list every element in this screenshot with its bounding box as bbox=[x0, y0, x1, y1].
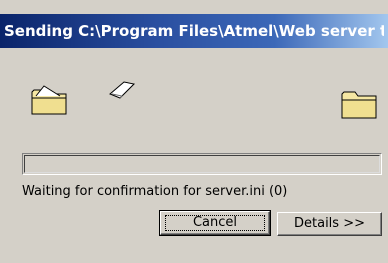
details-button-label: Details >> bbox=[294, 216, 365, 231]
source-folder-icon bbox=[31, 85, 67, 115]
cancel-button-label: Cancel bbox=[192, 215, 238, 230]
flying-paper-icon bbox=[109, 81, 136, 99]
title-bar[interactable]: Sending C:\Program Files\Atmel\Web serve… bbox=[0, 14, 388, 48]
progress-track bbox=[24, 155, 380, 173]
cancel-button[interactable]: Cancel bbox=[159, 210, 271, 236]
destination-folder-icon bbox=[341, 91, 377, 119]
progress-bar bbox=[22, 153, 382, 175]
status-text: Waiting for confirmation for server.ini … bbox=[22, 184, 288, 199]
file-transfer-dialog: Sending C:\Program Files\Atmel\Web serve… bbox=[0, 0, 388, 263]
details-button[interactable]: Details >> bbox=[277, 212, 382, 236]
window-title: Sending C:\Program Files\Atmel\Web serve… bbox=[4, 22, 384, 40]
